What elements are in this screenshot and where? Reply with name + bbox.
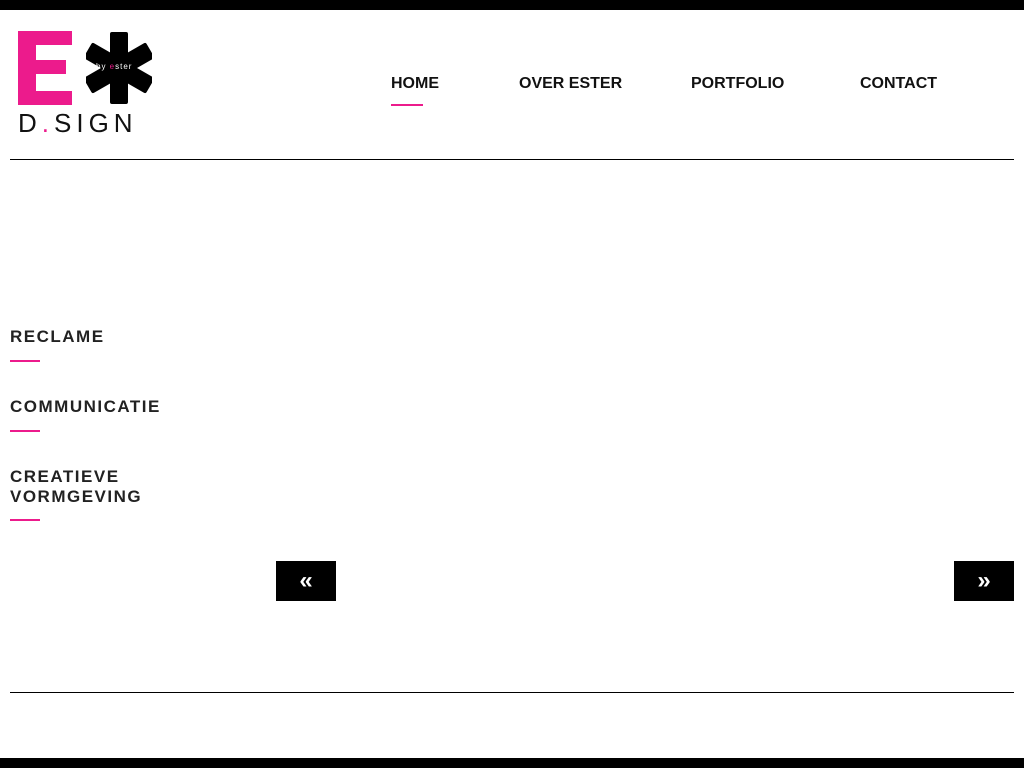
category-underline: [10, 519, 40, 521]
category-communicatie[interactable]: COMMUNICATIE: [10, 397, 210, 417]
category-creatieve-vormgeving[interactable]: CREATIEVE VORMGEVING: [10, 467, 160, 507]
bottom-border-bar: [0, 758, 1024, 768]
category-underline: [10, 360, 40, 362]
top-border-bar: [0, 0, 1024, 10]
logo-letter-e: [18, 31, 72, 105]
logo-wordmark-sign: SIGN: [54, 108, 138, 138]
nav-item-over-ester[interactable]: OVER ESTER: [519, 75, 622, 93]
logo-tagline: by ester: [96, 62, 132, 71]
double-chevron-left-icon: «: [299, 567, 313, 594]
logo-tagline-rest: ster: [115, 62, 133, 71]
double-chevron-right-icon: »: [977, 567, 991, 594]
logo-wordmark-d: D: [18, 108, 42, 138]
nav-item-contact[interactable]: CONTACT: [860, 75, 937, 93]
logo-tagline-by: by: [96, 62, 110, 71]
slider-next-button[interactable]: »: [954, 561, 1014, 601]
nav-item-home[interactable]: HOME: [391, 75, 439, 106]
footer-divider: [10, 692, 1014, 693]
category-underline: [10, 430, 40, 432]
site-logo[interactable]: by ester D.SIGN: [18, 31, 154, 139]
category-reclame[interactable]: RECLAME: [10, 327, 210, 347]
logo-wordmark-dot: .: [41, 108, 55, 138]
slider-prev-button[interactable]: «: [276, 561, 336, 601]
header-divider: [10, 159, 1014, 160]
logo-wordmark: D.SIGN: [18, 109, 138, 137]
nav-item-portfolio[interactable]: PORTFOLIO: [691, 75, 784, 93]
